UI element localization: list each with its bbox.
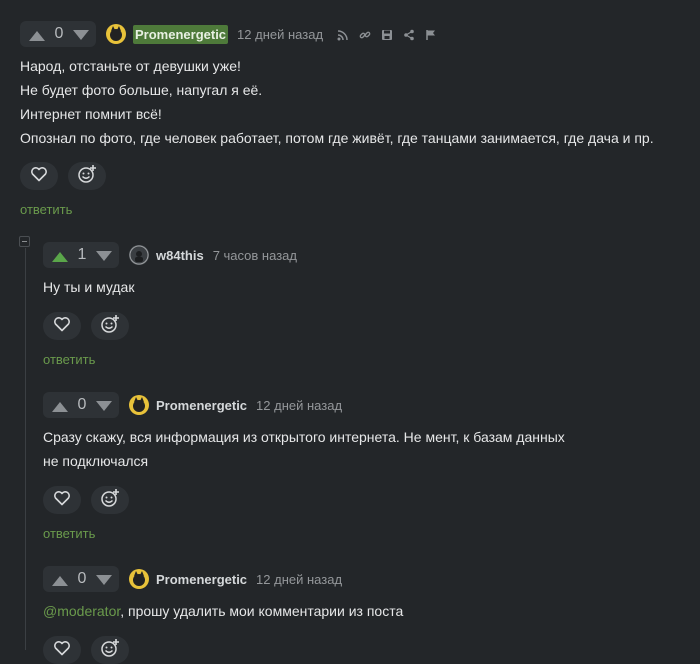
comment-tools (337, 28, 437, 41)
heart-icon (30, 166, 48, 187)
timestamp[interactable]: 12 дней назад (237, 27, 323, 42)
triangle-down-icon[interactable] (95, 399, 113, 411)
avatar[interactable] (129, 395, 149, 415)
comment-line: Сразу скажу, вся информация из открытого… (43, 429, 565, 445)
triangle-down-icon[interactable] (95, 573, 113, 585)
triangle-down-icon[interactable] (72, 28, 90, 40)
comment-actions (43, 486, 683, 514)
comment: 0 Promenergetic 12 дней назад Народ, отс… (20, 20, 690, 217)
rss-icon[interactable] (337, 28, 349, 41)
rating-control: 0 (20, 21, 96, 47)
author-name[interactable]: Promenergetic (156, 398, 247, 413)
add-emoji-icon (100, 314, 120, 339)
add-emoji-icon (77, 164, 97, 189)
comment-line: Народ, отстаньте от девушки уже! (20, 58, 241, 74)
react-button[interactable] (91, 636, 129, 664)
comment-line: не подключался (43, 453, 149, 469)
timestamp[interactable]: 12 дней назад (256, 398, 342, 413)
author-name[interactable]: w84this (156, 248, 204, 263)
rating-control: 1 (43, 242, 119, 268)
react-button[interactable] (91, 312, 129, 340)
timestamp[interactable]: 7 часов назад (213, 248, 297, 263)
triangle-up-icon[interactable] (51, 399, 69, 412)
rating-count: 0 (77, 396, 87, 413)
triangle-up-icon[interactable] (51, 573, 69, 586)
rating-count: 1 (77, 246, 87, 263)
add-emoji-icon (100, 638, 120, 663)
comment-line-text: , прошу удалить мои комментарии из поста (120, 603, 404, 619)
reply-link[interactable]: ответить (43, 352, 683, 367)
like-button[interactable] (43, 636, 81, 664)
comment-text: @moderator, прошу удалить мои комментари… (43, 599, 683, 623)
comment-header: 0 Promenergetic 12 дней назад (43, 565, 683, 593)
react-button[interactable] (91, 486, 129, 514)
comment-line: @moderator, прошу удалить мои комментари… (43, 599, 683, 623)
heart-icon (53, 490, 71, 511)
triangle-up-icon[interactable] (28, 28, 46, 41)
author-name[interactable]: Promenergetic (133, 24, 229, 44)
avatar[interactable] (129, 245, 149, 265)
comment-line: Ну ты и мудак (43, 279, 135, 295)
thread-line[interactable] (25, 248, 26, 650)
comment-header: 1 w84this 7 часов назад (43, 241, 683, 269)
author-name[interactable]: Promenergetic (156, 572, 247, 587)
rating-control: 0 (43, 566, 119, 592)
rating-count: 0 (77, 570, 87, 587)
save-icon[interactable] (381, 28, 393, 40)
comment-actions (43, 636, 683, 664)
flag-icon[interactable] (425, 28, 437, 40)
comment: 0 Promenergetic 12 дней назад Сразу скаж… (43, 391, 683, 541)
avatar[interactable] (106, 24, 126, 44)
add-emoji-icon (100, 488, 120, 513)
comment: 0 Promenergetic 12 дней назад @moderator… (43, 565, 683, 664)
heart-icon (53, 640, 71, 661)
comment-line: Интернет помнит всё! (20, 106, 162, 122)
comment: 1 w84this 7 часов назад Ну ты и мудак от… (43, 241, 683, 367)
reply-link[interactable]: ответить (20, 202, 690, 217)
timestamp[interactable]: 12 дней назад (256, 572, 342, 587)
like-button[interactable] (20, 162, 58, 190)
comment-text: Ну ты и мудак (43, 275, 683, 299)
comment-actions (20, 162, 690, 190)
mention-link[interactable]: @moderator (43, 603, 120, 619)
link-icon[interactable] (359, 28, 371, 40)
comment-text: Сразу скажу, вся информация из открытого… (43, 425, 683, 473)
comment-actions (43, 312, 683, 340)
react-button[interactable] (68, 162, 106, 190)
comment-header: 0 Promenergetic 12 дней назад (43, 391, 683, 419)
collapse-thread-button[interactable] (19, 236, 30, 247)
like-button[interactable] (43, 312, 81, 340)
reply-link[interactable]: ответить (43, 526, 683, 541)
comment-text: Народ, отстаньте от девушки уже! Не буде… (20, 54, 690, 150)
share-icon[interactable] (403, 28, 415, 41)
rating-control: 0 (43, 392, 119, 418)
like-button[interactable] (43, 486, 81, 514)
rating-count: 0 (54, 25, 64, 42)
triangle-down-icon[interactable] (95, 249, 113, 261)
comment-header: 0 Promenergetic 12 дней назад (20, 20, 690, 48)
comment-line: Не будет фото больше, напугал я её. (20, 82, 263, 98)
avatar[interactable] (129, 569, 149, 589)
heart-icon (53, 316, 71, 337)
triangle-up-icon[interactable] (51, 249, 69, 262)
comment-line: Опознал по фото, где человек работает, п… (20, 130, 654, 146)
